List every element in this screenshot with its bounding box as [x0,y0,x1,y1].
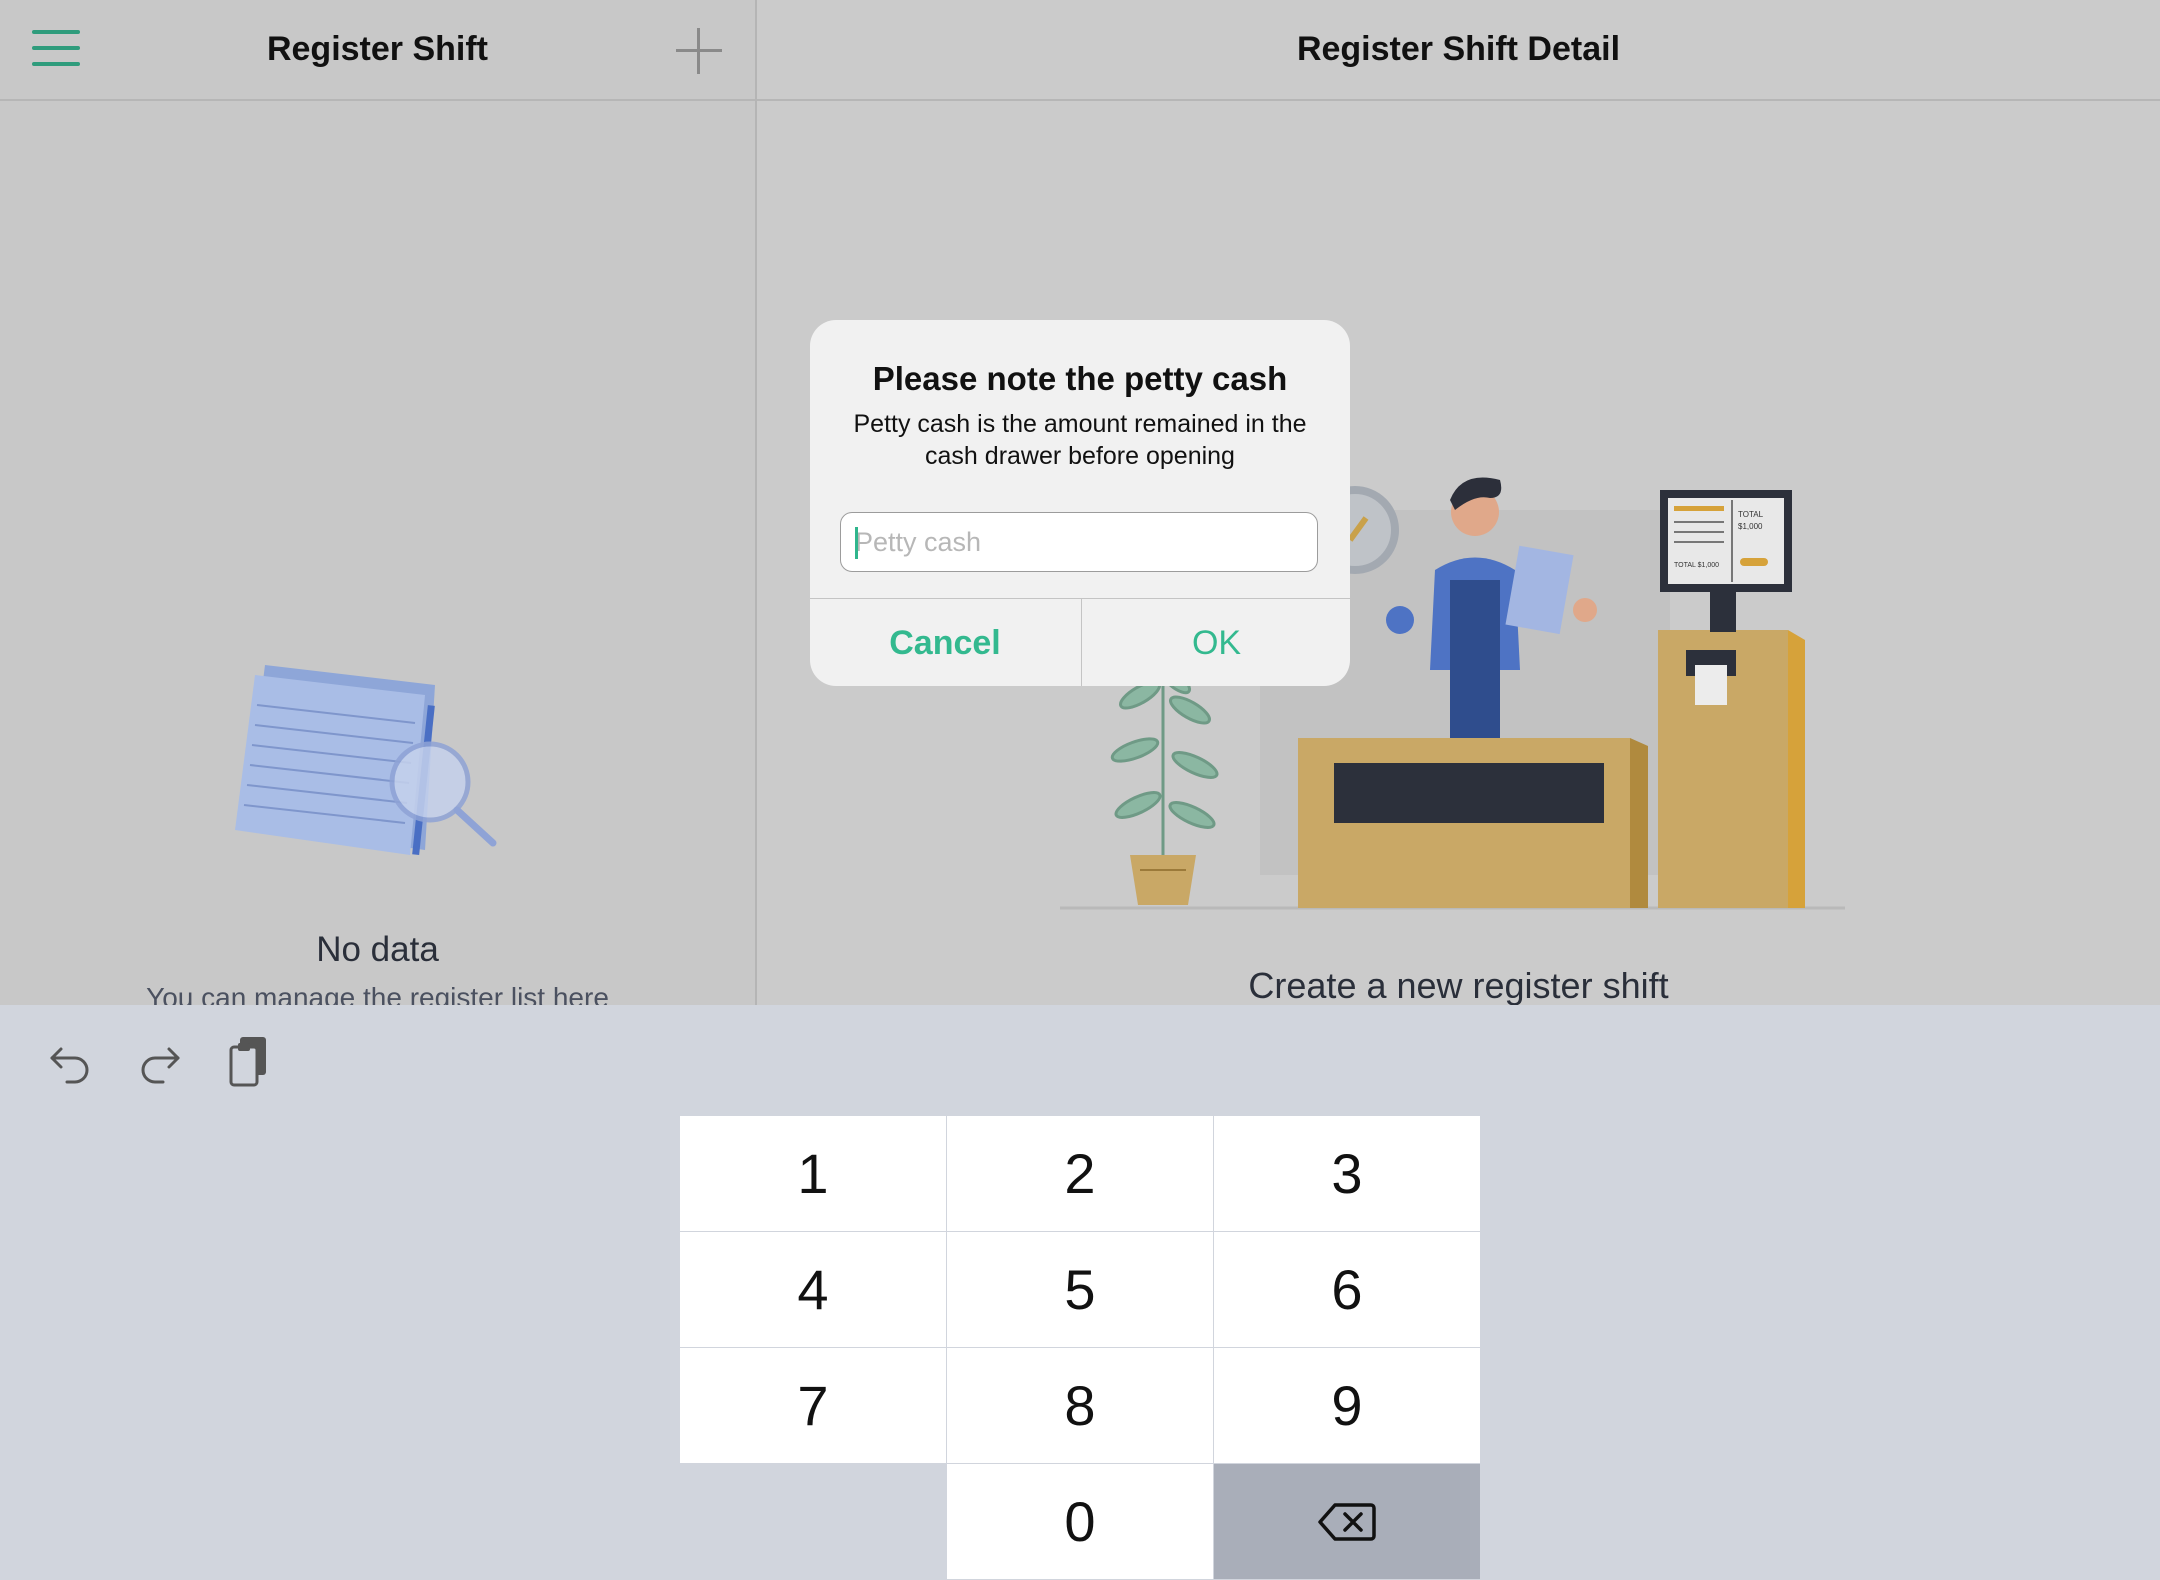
register-shift-list-pane: Register Shift No data You can manage th… [0,0,757,1005]
key-7[interactable]: 7 [680,1348,946,1463]
screen-total-line: TOTAL $1,000 [1674,562,1719,569]
screen-total-label: TOTAL [1738,510,1764,519]
number-pad: 1 2 3 4 5 6 7 8 9 0 [680,1116,1480,1580]
create-shift-prompt: Create a new register shift [1248,965,1669,1005]
right-navbar: Register Shift Detail [757,0,2160,101]
key-2[interactable]: 2 [947,1116,1213,1231]
key-6[interactable]: 6 [1214,1232,1480,1347]
backspace-icon [1318,1503,1376,1541]
petty-cash-dialog: Please note the petty cash Petty cash is… [810,320,1350,686]
key-9[interactable]: 9 [1214,1348,1480,1463]
ok-button[interactable]: OK [1081,599,1350,686]
dialog-button-row: Cancel OK [810,598,1350,686]
petty-cash-input[interactable] [855,513,1305,571]
left-navbar: Register Shift [0,0,755,101]
key-4[interactable]: 4 [680,1232,946,1347]
key-1[interactable]: 1 [680,1116,946,1231]
empty-state-title: No data [316,930,439,969]
key-3[interactable]: 3 [1214,1116,1480,1231]
paste-clipboard-icon[interactable] [226,1035,272,1087]
right-pane-title: Register Shift Detail [1296,30,1621,68]
cancel-button[interactable]: Cancel [810,599,1080,686]
screen-total-amount: $1,000 [1738,522,1763,531]
key-5[interactable]: 5 [947,1232,1213,1347]
redo-icon[interactable] [137,1039,183,1085]
numeric-keyboard: 1 2 3 4 5 6 7 8 9 0 [0,1005,2160,1580]
key-8[interactable]: 8 [947,1348,1213,1463]
delete-key[interactable] [1214,1464,1480,1579]
empty-list-illustration-icon [235,665,497,856]
keyboard-toolbar [0,1005,2160,1115]
dialog-title: Please note the petty cash [872,360,1288,397]
petty-cash-field[interactable] [840,512,1318,572]
dialog-message: Petty cash is the amount remained in the… [853,410,1307,470]
undo-icon[interactable] [47,1039,93,1085]
left-pane-title: Register Shift [266,30,489,68]
empty-state-subtitle: You can manage the register list here [146,982,609,1005]
key-0[interactable]: 0 [947,1464,1213,1579]
text-caret [855,527,858,559]
add-shift-plus-icon[interactable] [676,28,722,74]
